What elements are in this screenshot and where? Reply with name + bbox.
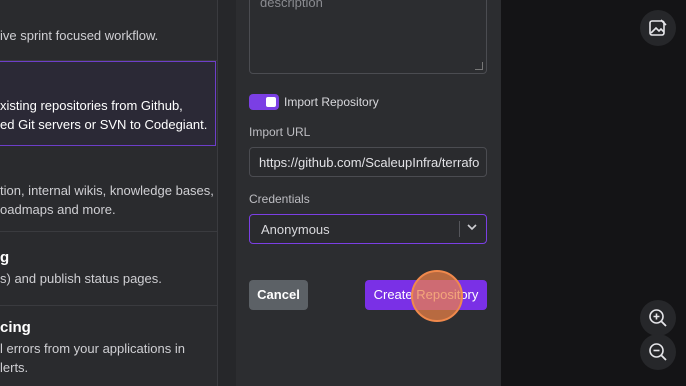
option-description: l errors from your applications in <box>0 341 185 356</box>
chevron-down-icon[interactable] <box>467 222 477 232</box>
import-repository-label: Import Repository <box>284 95 379 109</box>
project-type-list: ive sprint focused workflow. xisting rep… <box>0 0 218 386</box>
credentials-select[interactable]: Anonymous <box>249 214 487 244</box>
divider <box>0 305 217 306</box>
resize-grip-icon[interactable] <box>475 62 483 70</box>
description-textarea[interactable]: description <box>249 0 487 74</box>
zoom-in-icon <box>649 309 667 327</box>
option-description: s) and publish status pages. <box>0 271 162 286</box>
credentials-label: Credentials <box>249 192 310 206</box>
import-repository-toggle[interactable] <box>249 94 279 110</box>
preview-background <box>501 0 686 386</box>
image-edit-icon <box>649 19 667 36</box>
description-placeholder: description <box>260 0 323 10</box>
zoom-out-button[interactable] <box>640 334 676 370</box>
option-title[interactable]: g <box>0 249 9 266</box>
click-marker <box>411 270 463 322</box>
option-description: xisting repositories from Github, <box>0 98 183 113</box>
option-description: lerts. <box>0 360 29 375</box>
option-description: ed Git servers or SVN to Codegiant. <box>0 117 208 132</box>
toggle-knob <box>266 97 276 107</box>
image-edit-button[interactable] <box>640 10 676 46</box>
option-description: tion, internal wikis, knowledge bases, <box>0 183 214 198</box>
select-separator <box>459 221 460 237</box>
divider <box>0 231 217 232</box>
zoom-out-icon <box>649 343 667 361</box>
import-url-value: https://github.com/ScaleupInfra/terrafo <box>259 155 480 170</box>
import-url-label: Import URL <box>249 125 311 139</box>
option-description: ive sprint focused workflow. <box>0 28 159 43</box>
create-repository-form: description Import Repository Import URL… <box>236 0 501 386</box>
credentials-value: Anonymous <box>261 222 330 237</box>
import-url-input[interactable]: https://github.com/ScaleupInfra/terrafo <box>249 147 487 177</box>
option-description: oadmaps and more. <box>0 202 116 217</box>
panel-gap <box>218 0 236 386</box>
zoom-in-button[interactable] <box>640 300 676 336</box>
option-title[interactable]: cing <box>0 319 31 336</box>
cancel-button[interactable]: Cancel <box>249 280 308 310</box>
